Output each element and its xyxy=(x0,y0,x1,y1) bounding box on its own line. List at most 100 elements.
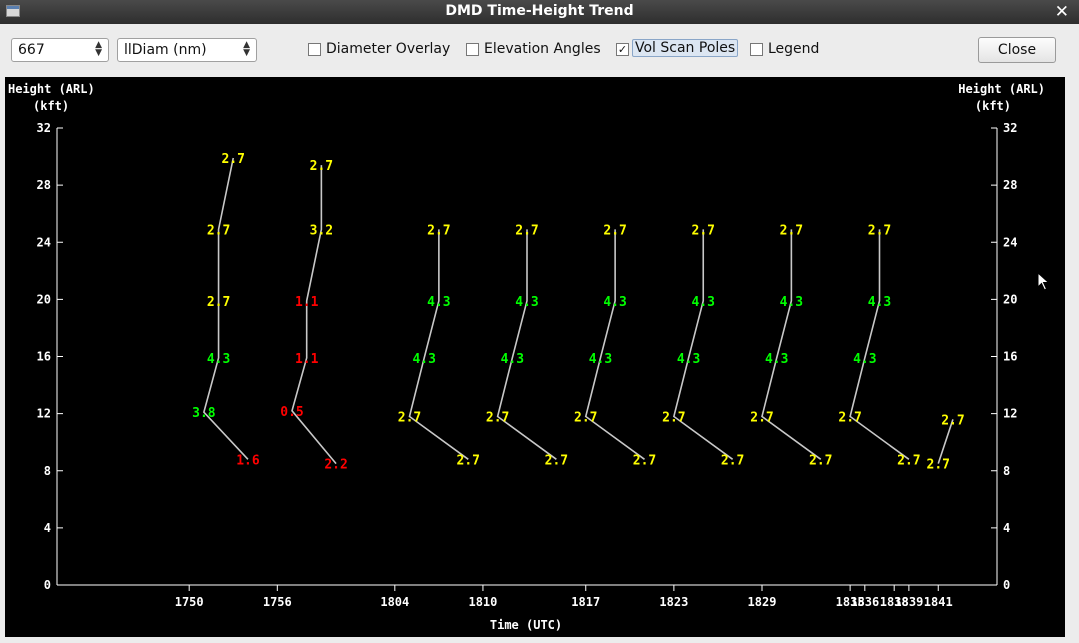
checkbox-box[interactable] xyxy=(750,43,763,56)
x-tick-label: 1829 xyxy=(748,595,777,609)
pole-value-label: 2.7 xyxy=(692,223,715,238)
pole-value-label: 2.7 xyxy=(398,410,421,425)
pole-value-label: 2.7 xyxy=(545,453,568,468)
title-bar: DMD Time-Height Trend ✕ xyxy=(0,0,1079,24)
pole-value-label: 1.6 xyxy=(236,453,260,468)
pole-value-label: 2.7 xyxy=(927,458,950,473)
pole-value-label: 4.3 xyxy=(692,295,715,310)
pole-value-label: 2.7 xyxy=(838,410,861,425)
y-tick-label-left: 32 xyxy=(37,121,51,135)
pole-value-label: 2.7 xyxy=(868,223,891,238)
y-tick-label-left: 16 xyxy=(37,350,51,364)
y-tick-label-right: 32 xyxy=(1003,121,1017,135)
pole-value-label: 2.7 xyxy=(897,453,920,468)
pole-value-label: 0.5 xyxy=(280,405,303,420)
x-tick-label: 1817 xyxy=(571,595,600,609)
y-axis-unit-right: (kft) xyxy=(975,99,1011,113)
y-tick-label-right: 28 xyxy=(1003,178,1017,192)
pole-value-label: 2.7 xyxy=(486,410,509,425)
id-selector[interactable]: 667 ▲ ▼ xyxy=(11,38,109,62)
pole-value-label: 2.7 xyxy=(721,453,744,468)
x-tick-label: 1804 xyxy=(380,595,409,609)
pole-value-label: 4.3 xyxy=(412,352,435,367)
pole-value-label: 2.7 xyxy=(603,223,626,238)
y-tick-label-right: 24 xyxy=(1003,235,1017,249)
pole-value-label: 4.3 xyxy=(427,295,450,310)
pole-value-label: 2.7 xyxy=(941,413,964,428)
pole-value-label: 4.3 xyxy=(207,352,230,367)
y-tick-label-right: 16 xyxy=(1003,350,1017,364)
pole-value-label: 2.7 xyxy=(780,223,803,238)
pole-value-label: 4.3 xyxy=(515,295,538,310)
spinner-arrows-icon[interactable]: ▲ ▼ xyxy=(95,41,102,58)
vol-scan-poles-label: Vol Scan Poles xyxy=(632,39,739,57)
y-axis-unit-left: (kft) xyxy=(33,99,69,113)
pole-value-label: 2.7 xyxy=(633,453,656,468)
pole-value-label: 2.7 xyxy=(427,223,450,238)
y-tick-label-left: 12 xyxy=(37,407,51,421)
pole-value-label: 2.7 xyxy=(457,453,480,468)
pole-value-label: 2.7 xyxy=(750,410,773,425)
y-axis-title-left: Height (ARL) xyxy=(8,82,95,96)
pole-value-label: 2.7 xyxy=(207,223,230,238)
x-tick-label: 1823 xyxy=(659,595,688,609)
close-button[interactable]: Close xyxy=(978,37,1056,63)
time-height-chart: 0 0 4 4 8 8 12 12 16 16 20 20 24 24 28 28 32 32 1750 1756 18… xyxy=(8,82,1045,632)
x-tick-label: 1750 xyxy=(175,595,204,609)
trend-plot: 0 0 4 4 8 8 12 12 16 16 20 20 24 24 28 28 32 32 1750 1756 18… xyxy=(5,77,1065,637)
pole-value-label: 4.3 xyxy=(868,295,891,310)
y-tick-label-left: 24 xyxy=(37,235,51,249)
y-tick-label-left: 4 xyxy=(44,521,51,535)
pole-value-label: 2.7 xyxy=(222,152,245,167)
toolbar: 667 ▲ ▼ llDiam (nm) ▲ ▼ Diameter Overlay E… xyxy=(0,24,1079,76)
pole-value-label: 2.7 xyxy=(809,453,832,468)
checkbox-box[interactable] xyxy=(308,43,321,56)
pole-value-label: 2.2 xyxy=(324,458,347,473)
parameter-selector[interactable]: llDiam (nm) ▲ ▼ xyxy=(117,38,257,62)
y-tick-label-right: 12 xyxy=(1003,407,1017,421)
x-tick-label: 1756 xyxy=(263,595,292,609)
pole-value-label: 4.3 xyxy=(765,352,788,367)
pole-value-label: 4.3 xyxy=(677,352,700,367)
parameter-selector-value: llDiam (nm) xyxy=(124,42,207,58)
y-axis-title-right: Height (ARL) xyxy=(958,82,1045,96)
y-tick-label-right: 8 xyxy=(1003,464,1010,478)
spinner-arrows-icon[interactable]: ▲ ▼ xyxy=(243,41,250,58)
pole-value-label: 2.7 xyxy=(207,295,230,310)
pole-value-label: 2.7 xyxy=(574,410,597,425)
x-tick-label: 1839 xyxy=(894,595,923,609)
pole-value-label: 3.8 xyxy=(192,406,216,421)
legend-label: Legend xyxy=(768,41,820,57)
pole-value-label: 2.7 xyxy=(310,159,333,174)
checkbox-box[interactable] xyxy=(466,43,479,56)
id-selector-value: 667 xyxy=(18,42,45,58)
x-tick-label: 1841 xyxy=(924,595,953,609)
elevation-angles-label: Elevation Angles xyxy=(484,41,601,57)
close-x-icon[interactable]: ✕ xyxy=(1055,2,1069,22)
y-tick-label-left: 8 xyxy=(44,464,51,478)
pole-value-label: 4.3 xyxy=(603,295,626,310)
y-tick-label-right: 20 xyxy=(1003,292,1017,306)
pole-value-label: 2.7 xyxy=(662,410,685,425)
y-tick-label-right: 0 xyxy=(1003,578,1010,592)
pole-value-label: 4.3 xyxy=(501,352,524,367)
x-tick-label: 1836 xyxy=(850,595,879,609)
pole-value-label: 4.3 xyxy=(589,352,612,367)
axes: 0 0 4 4 8 8 12 12 16 16 20 20 24 24 28 28 32 32 1750 1756 18… xyxy=(8,82,1045,632)
pole-value-label: 4.3 xyxy=(780,295,803,310)
x-tick-label: 1810 xyxy=(468,595,497,609)
pole-value-label: 3.2 xyxy=(310,223,333,238)
pole-value-label: 4.3 xyxy=(853,352,876,367)
window-title: DMD Time-Height Trend xyxy=(445,3,634,19)
checkmark-icon[interactable]: ✓ xyxy=(616,43,629,56)
value-labels: 1.6 3.8 4.3 2.7 2.7 2.7 2.2 0.5 1.1 1.1 3.2 2.7 2.7 2… xyxy=(192,152,965,473)
pole-value-label: 2.7 xyxy=(515,223,538,238)
x-axis-title: Time (UTC) xyxy=(490,618,562,632)
diameter-overlay-label: Diameter Overlay xyxy=(326,41,451,57)
mouse-pointer-icon xyxy=(1037,271,1051,296)
y-tick-label-left: 28 xyxy=(37,178,51,192)
y-tick-label-left: 20 xyxy=(37,292,51,306)
y-tick-label-left: 0 xyxy=(44,578,51,592)
pole-value-label: 1.1 xyxy=(295,295,319,310)
pole-value-label: 1.1 xyxy=(295,352,319,367)
